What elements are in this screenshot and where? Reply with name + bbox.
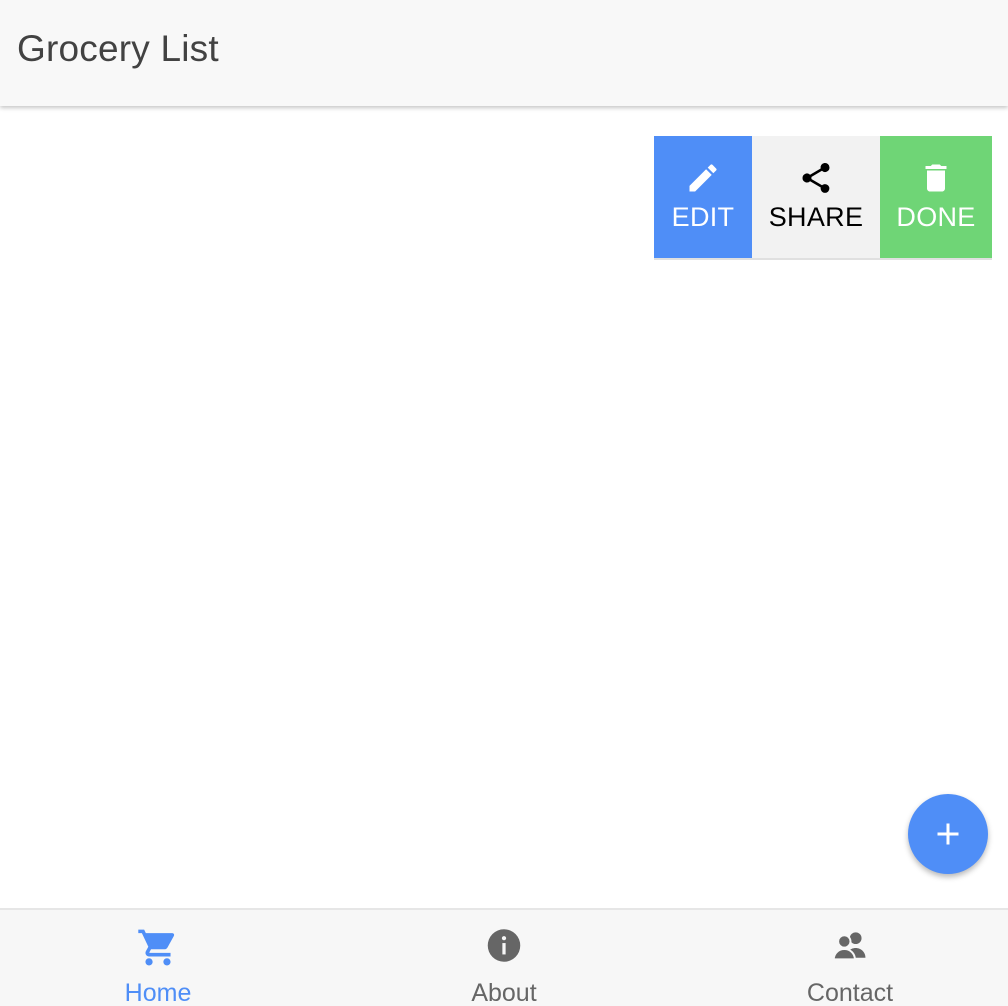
nav-label-about: About <box>471 979 537 1006</box>
nav-label-contact: Contact <box>806 979 894 1006</box>
add-item-button[interactable] <box>908 794 988 874</box>
nav-tab-contact[interactable]: Contact <box>770 910 930 1006</box>
trash-icon <box>925 164 947 192</box>
app-root: Grocery List EDIT SHARE DONE Home About … <box>0 0 1008 1006</box>
done-button[interactable]: DONE <box>880 136 992 258</box>
share-icon <box>802 162 830 193</box>
done-label: DONE <box>896 202 976 232</box>
share-button[interactable]: SHARE <box>752 136 880 258</box>
info-icon <box>487 929 521 962</box>
share-label: SHARE <box>768 202 864 232</box>
app-header: Grocery List <box>0 0 1008 106</box>
plus-icon <box>937 823 959 845</box>
pencil-icon <box>689 164 717 192</box>
nav-label-home: Home <box>124 979 192 1006</box>
edit-label: EDIT <box>671 202 735 232</box>
edit-button[interactable]: EDIT <box>654 136 752 258</box>
page-title: Grocery List <box>17 28 219 69</box>
contacts-icon <box>832 932 866 961</box>
nav-tab-about[interactable]: About <box>424 910 584 1006</box>
swipe-actions: EDIT SHARE DONE <box>654 136 992 260</box>
nav-tab-home[interactable]: Home <box>78 910 238 1006</box>
cart-icon <box>138 929 175 966</box>
bottom-navigation: Home About Contact <box>0 908 1008 1006</box>
